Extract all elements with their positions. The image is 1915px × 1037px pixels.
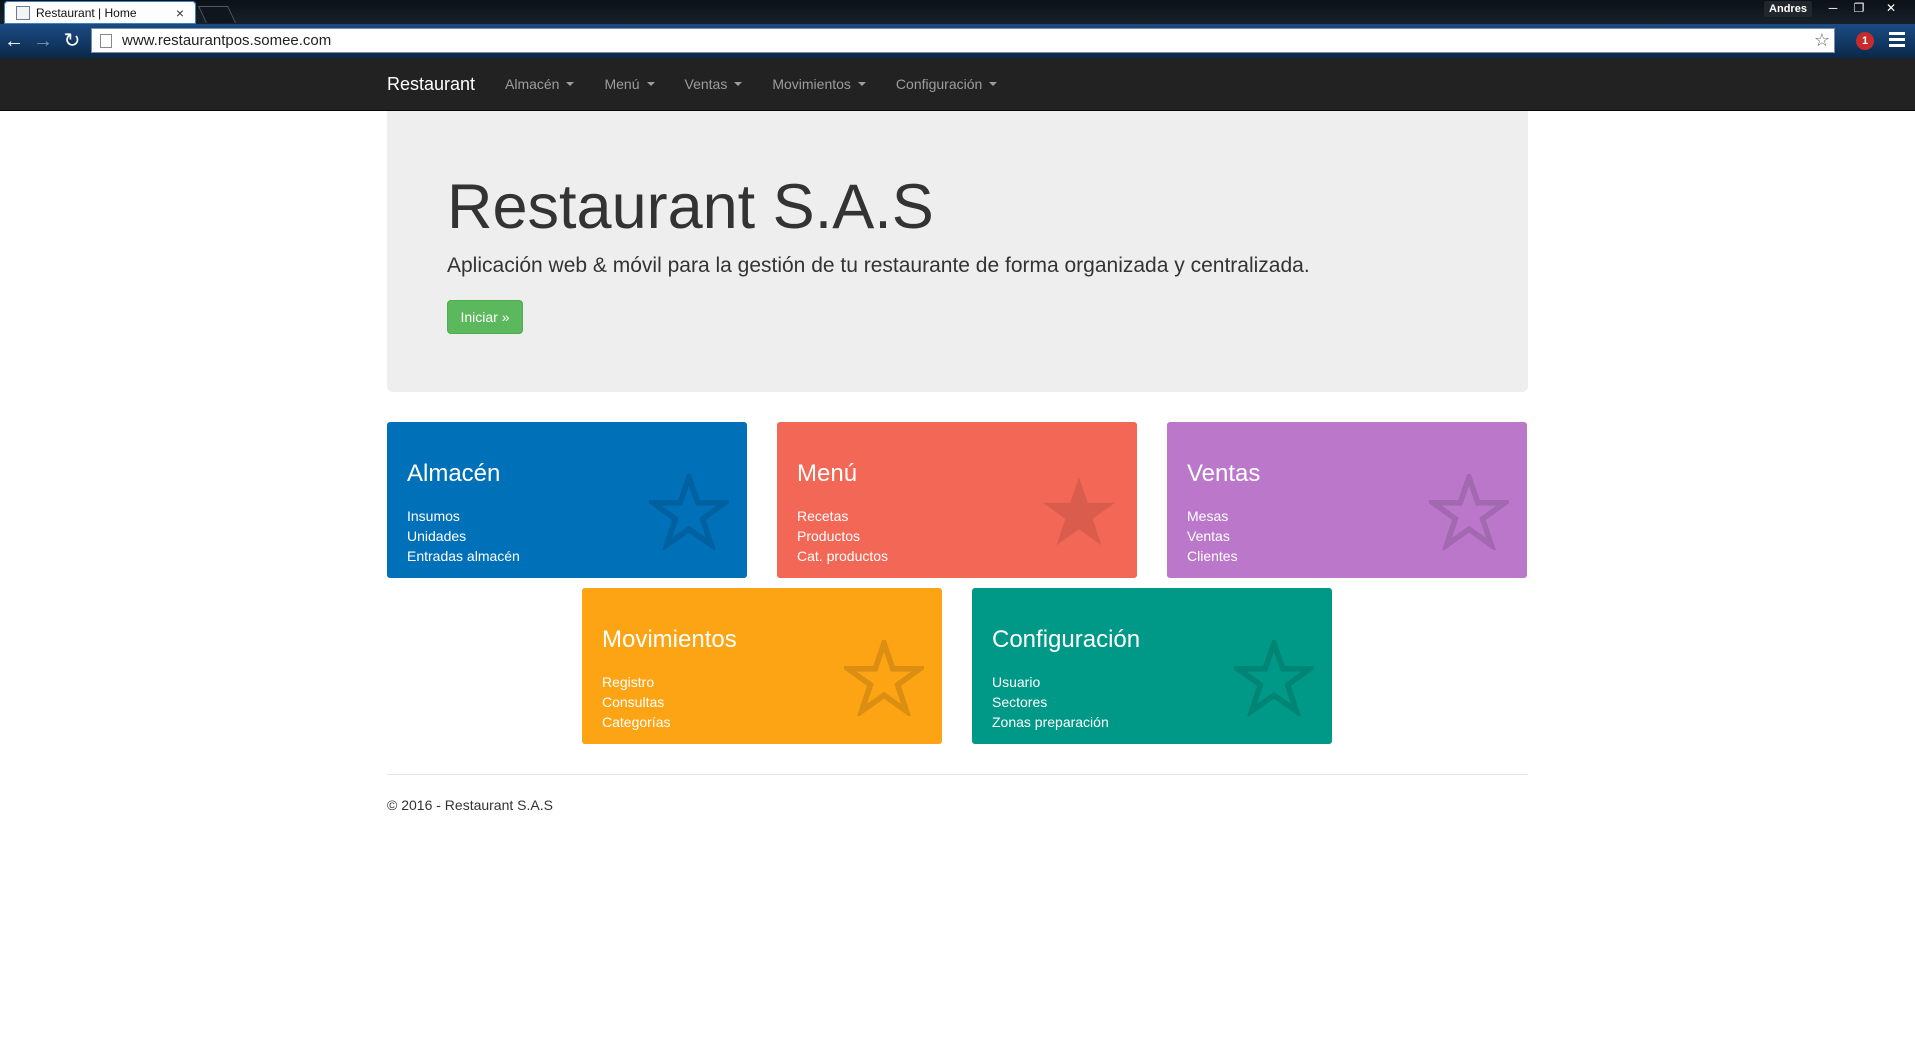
nav-item-movimientos[interactable]: Movimientos [772,58,866,110]
tile-title: Almacén [407,460,501,487]
nav-item-label: Configuración [895,76,983,92]
caret-down-icon [857,82,866,86]
star-shape [1429,474,1509,550]
navbar-brand[interactable]: Restaurant [387,74,475,95]
tile-ventas[interactable]: Ventas Mesas Ventas Clientes [1167,422,1527,578]
page-favicon-icon [16,5,30,20]
caret-down-icon [989,82,998,86]
star-icon [649,474,729,550]
tile-link[interactable]: Recetas [797,506,888,526]
nav-item-configuracion[interactable]: Configuración [895,58,998,110]
tile-link[interactable]: Cat. productos [797,546,888,566]
nav-item-ventas[interactable]: Ventas [685,58,743,110]
bookmark-star-icon[interactable]: ☆ [1810,30,1834,51]
nav-item-menu[interactable]: Menú [604,58,655,110]
star-icon [1234,640,1314,716]
tile-title: Configuración [992,626,1141,653]
star-shape [1234,640,1314,716]
star-icon [844,640,924,716]
tile-configuracion[interactable]: Configuración Usuario Sectores Zonas pre… [972,588,1332,744]
tile-link[interactable]: Consultas [602,692,670,712]
tile-link[interactable]: Entradas almacén [407,546,520,566]
tab-title: Restaurant | Home [36,5,137,20]
tile-link[interactable]: Zonas preparación [992,712,1109,732]
star-icon [1043,477,1115,546]
tile-link[interactable]: Productos [797,526,888,546]
browser-menu-icon[interactable] [1889,32,1905,50]
reload-icon[interactable]: ↻ [60,29,84,53]
tile-link[interactable]: Unidades [407,526,520,546]
star-icon [1429,474,1509,550]
tile-link[interactable]: Usuario [992,672,1109,692]
nav-item-label: Ventas [684,76,728,92]
tile-link[interactable]: Sectores [992,692,1109,712]
tile-links: Recetas Productos Cat. productos [797,506,888,566]
browser-toolbar: ← → ↻ www.restaurantpos.somee.com ☆ 1 [0,24,1915,58]
tile-link[interactable]: Clientes [1187,546,1238,566]
nav-item-label: Almacén [505,76,560,92]
hero-section: Restaurant S.A.S Aplicación web & móvil … [387,111,1528,392]
new-tab-button[interactable] [198,6,236,23]
close-window-icon[interactable]: ✕ [1880,0,1902,16]
extension-icon[interactable]: 1 [1856,32,1874,50]
tile-menu[interactable]: Menú Recetas Productos Cat. productos [777,422,1137,578]
tile-almacen[interactable]: Almacén Insumos Unidades Entradas almacé… [387,422,747,578]
start-button[interactable]: Iniciar » [447,300,523,334]
caret-down-icon [566,82,575,86]
restore-icon[interactable]: ❐ [1848,0,1870,16]
tile-title: Ventas [1187,460,1261,487]
tab-close-icon[interactable]: × [172,5,188,21]
browser-titlebar: Restaurant | Home × Andres ─ ❐ ✕ [0,0,1915,24]
tile-links: Usuario Sectores Zonas preparación [992,672,1109,732]
page-icon [100,33,112,48]
nav-item-label: Movimientos [772,76,851,92]
caret-down-icon [734,82,743,86]
address-bar[interactable]: www.restaurantpos.somee.com ☆ [91,28,1835,53]
nav-item-label: Menú [604,76,640,92]
tile-link[interactable]: Categorías [602,712,670,732]
tile-link[interactable]: Insumos [407,506,520,526]
hero-title: Restaurant S.A.S [447,172,934,242]
url-text[interactable]: www.restaurantpos.somee.com [122,32,1810,49]
back-icon[interactable]: ← [2,29,26,53]
tile-links: Insumos Unidades Entradas almacén [407,506,520,566]
tile-links: Mesas Ventas Clientes [1187,506,1238,566]
browser-tab[interactable]: Restaurant | Home × [4,1,196,24]
site-navbar: Restaurant Almacén Menú Ventas Movimient… [0,58,1915,111]
tile-link[interactable]: Ventas [1187,526,1238,546]
footer-copyright: © 2016 - Restaurant S.A.S [387,797,553,813]
tile-title: Menú [797,460,858,487]
tile-links: Registro Consultas Categorías [602,672,670,732]
tile-title: Movimientos [602,626,737,653]
caret-down-icon [646,82,655,86]
navbar-menu: Almacén Menú Ventas Movimientos Configur… [505,58,1027,110]
tile-link[interactable]: Mesas [1187,506,1238,526]
minimize-icon[interactable]: ─ [1822,0,1844,16]
star-shape [1043,477,1115,546]
tile-link[interactable]: Registro [602,672,670,692]
footer-divider [387,774,1528,775]
star-shape [649,474,729,550]
forward-icon[interactable]: → [31,29,55,53]
nav-item-almacen[interactable]: Almacén [505,58,575,110]
hero-lead: Aplicación web & móvil para la gestión d… [447,254,1310,277]
star-shape [844,640,924,716]
tile-movimientos[interactable]: Movimientos Registro Consultas Categoría… [582,588,942,744]
profile-button[interactable]: Andres [1764,1,1812,17]
